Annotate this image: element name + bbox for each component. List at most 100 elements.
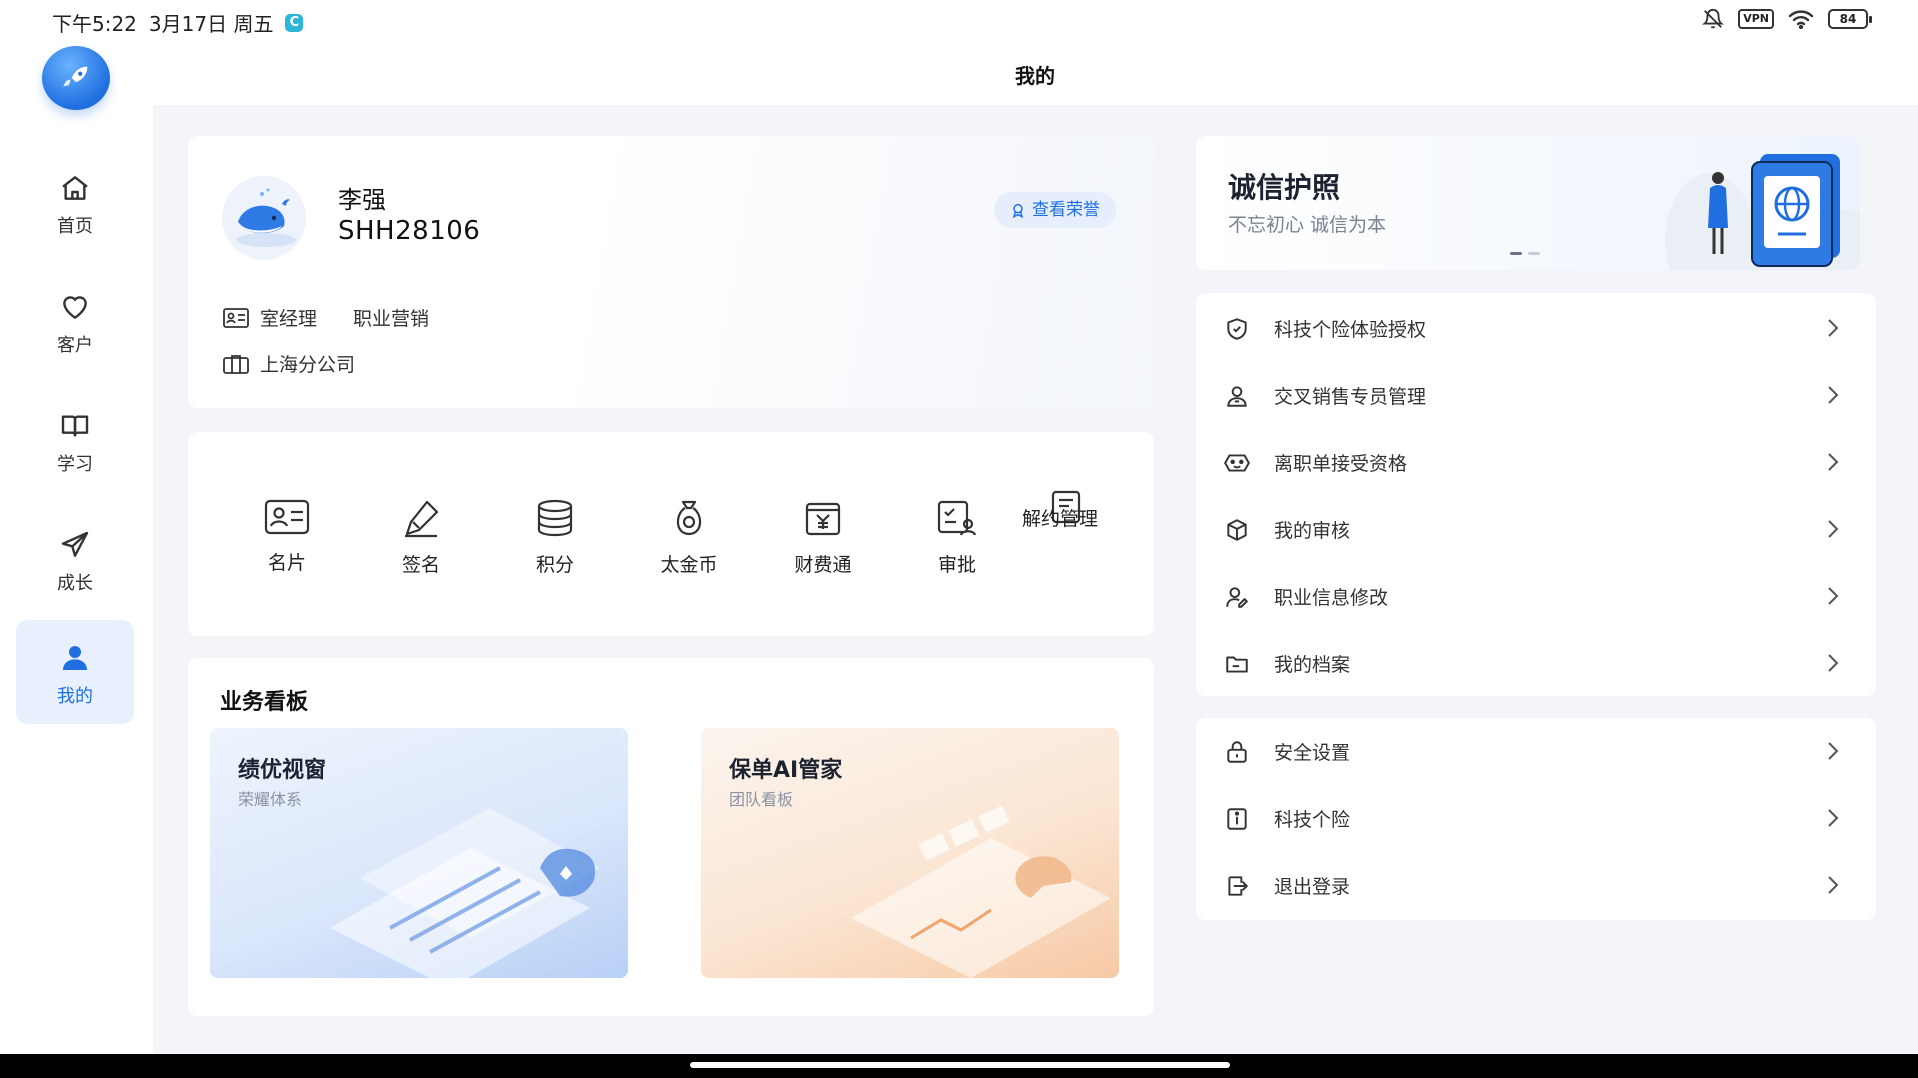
user-name: 李强 xyxy=(338,186,386,214)
tool-tai-coin[interactable]: 太金币 xyxy=(634,498,744,577)
vpn-icon: VPN xyxy=(1738,9,1774,29)
folder-icon xyxy=(1226,656,1248,673)
menu-item-label: 离职单接受资格 xyxy=(1274,453,1408,475)
status-bar: 下午5:22 3月17日 周五 C VPN 84 xyxy=(0,0,1918,40)
sidebar-item-mine[interactable]: 我的 xyxy=(16,620,134,724)
status-time: 下午5:22 xyxy=(52,12,137,36)
tool-fee-pass[interactable]: 财费通 xyxy=(768,498,878,577)
position-title: 室经理 xyxy=(260,308,318,330)
view-honor-button[interactable]: 查看荣誉 xyxy=(994,192,1116,228)
branch-name: 上海分公司 xyxy=(260,354,356,376)
business-board: 业务看板 绩优视窗 荣耀体系 保单AI管家 团队看板 xyxy=(188,658,1154,1016)
tool-points[interactable]: 积分 xyxy=(500,498,610,577)
tool-label: 解约管理 xyxy=(1022,508,1099,530)
banner-pagination xyxy=(1510,252,1540,255)
performance-window-panel[interactable]: 绩优视窗 荣耀体系 xyxy=(210,728,628,978)
tool-signature[interactable]: 签名 xyxy=(366,498,476,577)
menu-item-label: 科技个险 xyxy=(1274,809,1351,831)
status-left: 下午5:22 3月17日 周五 C xyxy=(52,8,304,37)
tool-label: 积分 xyxy=(535,554,574,576)
avatar xyxy=(222,176,306,260)
menu-item-tech-insurance[interactable]: 科技个险 xyxy=(1196,785,1876,852)
gesture-bar xyxy=(0,1054,1918,1078)
menu-item-label: 安全设置 xyxy=(1274,742,1351,764)
user-id: SHH28106 xyxy=(338,216,481,246)
menu-item-label: 科技个险体验授权 xyxy=(1274,319,1427,341)
id-card-icon xyxy=(264,499,310,535)
top-bar: 我的 xyxy=(0,40,1918,105)
coins-icon xyxy=(537,499,573,537)
menu-item-my-review[interactable]: 我的审核 xyxy=(1196,496,1876,563)
sidebar-item-study[interactable]: 学习 xyxy=(16,388,134,492)
chevron-right-icon xyxy=(1828,453,1839,471)
chevron-right-icon xyxy=(1828,587,1839,605)
sidebar-item-label: 客户 xyxy=(57,335,93,356)
tool-label: 财费通 xyxy=(794,554,852,576)
menu-item-label: 我的档案 xyxy=(1274,654,1351,676)
view-honor-label: 查看荣誉 xyxy=(1032,200,1100,220)
banner-dot xyxy=(1528,252,1540,255)
rocket-icon xyxy=(63,66,88,87)
menu-item-logout[interactable]: 退出登录 xyxy=(1196,852,1876,919)
home-indicator[interactable] xyxy=(690,1062,1230,1068)
mute-bell-icon xyxy=(1702,9,1725,29)
channel-title: 职业营销 xyxy=(353,308,430,330)
branch-row: 上海分公司 xyxy=(222,350,355,377)
integrity-passport-banner[interactable]: 诚信护照 不忘初心 诚信为本 xyxy=(1196,136,1860,270)
chevron-right-icon xyxy=(1828,742,1839,760)
policy-ai-panel[interactable]: 保单AI管家 团队看板 xyxy=(701,728,1119,978)
menu-item-resignation-qualification[interactable]: 离职单接受资格 xyxy=(1196,429,1876,496)
banner-subtitle: 不忘初心 诚信为本 xyxy=(1228,214,1387,236)
sidebar-item-label: 首页 xyxy=(57,216,93,237)
chevron-right-icon xyxy=(1828,654,1839,672)
money-bag-icon xyxy=(676,500,702,536)
status-date: 3月17日 周五 xyxy=(148,12,274,36)
lock-icon xyxy=(1227,740,1247,763)
menu-item-tech-insurance-auth[interactable]: 科技个险体验授权 xyxy=(1196,295,1876,362)
sidebar-item-home[interactable]: 首页 xyxy=(16,150,134,254)
person-icon xyxy=(63,646,87,670)
cube-icon xyxy=(1227,518,1247,541)
menu-item-label: 我的审核 xyxy=(1274,520,1351,542)
menu-item-label: 退出登录 xyxy=(1274,876,1351,898)
settings-menu-secondary: 安全设置 科技个险 退出登录 xyxy=(1196,718,1876,920)
yuan-box-icon xyxy=(805,502,841,536)
menu-item-label: 交叉销售专员管理 xyxy=(1274,386,1427,408)
passport-illustration xyxy=(1665,154,1860,270)
book-icon xyxy=(61,415,89,437)
face-icon xyxy=(1224,453,1250,472)
position-row: 室经理 职业营销 xyxy=(222,304,429,331)
shield-icon xyxy=(1227,317,1247,340)
menu-item-career-info-edit[interactable]: 职业信息修改 xyxy=(1196,563,1876,630)
send-icon xyxy=(61,531,89,557)
chevron-right-icon xyxy=(1828,876,1839,894)
page-title: 我的 xyxy=(1015,64,1055,88)
home-icon xyxy=(62,176,88,200)
pen-icon xyxy=(405,500,439,538)
user-edit-icon xyxy=(1226,586,1249,608)
sidebar-item-label: 成长 xyxy=(57,573,93,594)
banner-title: 诚信护照 xyxy=(1228,171,1341,204)
app-logo xyxy=(42,46,110,110)
sidebar-item-customer[interactable]: 客户 xyxy=(16,269,134,373)
badge-icon xyxy=(223,307,249,328)
tool-contract-management[interactable]: 解约管理 xyxy=(1022,490,1112,534)
chevron-right-icon xyxy=(1828,809,1839,827)
menu-item-my-archive[interactable]: 我的档案 xyxy=(1196,630,1876,697)
tool-business-card[interactable]: 名片 xyxy=(232,498,342,575)
chevron-right-icon xyxy=(1828,386,1839,404)
status-right: VPN 84 xyxy=(1702,8,1872,30)
briefcase-icon xyxy=(223,354,249,374)
dashboard-illustration xyxy=(851,805,1111,978)
whale-avatar-icon xyxy=(236,188,296,247)
sidebar-item-label: 我的 xyxy=(57,686,93,707)
approval-icon xyxy=(937,500,977,536)
tool-label: 审批 xyxy=(937,554,976,576)
heart-icon xyxy=(63,296,87,320)
chevron-right-icon xyxy=(1828,520,1839,538)
tool-approval[interactable]: 审批 xyxy=(902,498,1012,577)
profile-card: 李强 SHH28106 查看荣誉 室经理 职业营销 上海分公司 xyxy=(188,136,1154,408)
menu-item-cross-sales[interactable]: 交叉销售专员管理 xyxy=(1196,362,1876,429)
sidebar-item-growth[interactable]: 成长 xyxy=(16,507,134,611)
menu-item-security-settings[interactable]: 安全设置 xyxy=(1196,718,1876,785)
